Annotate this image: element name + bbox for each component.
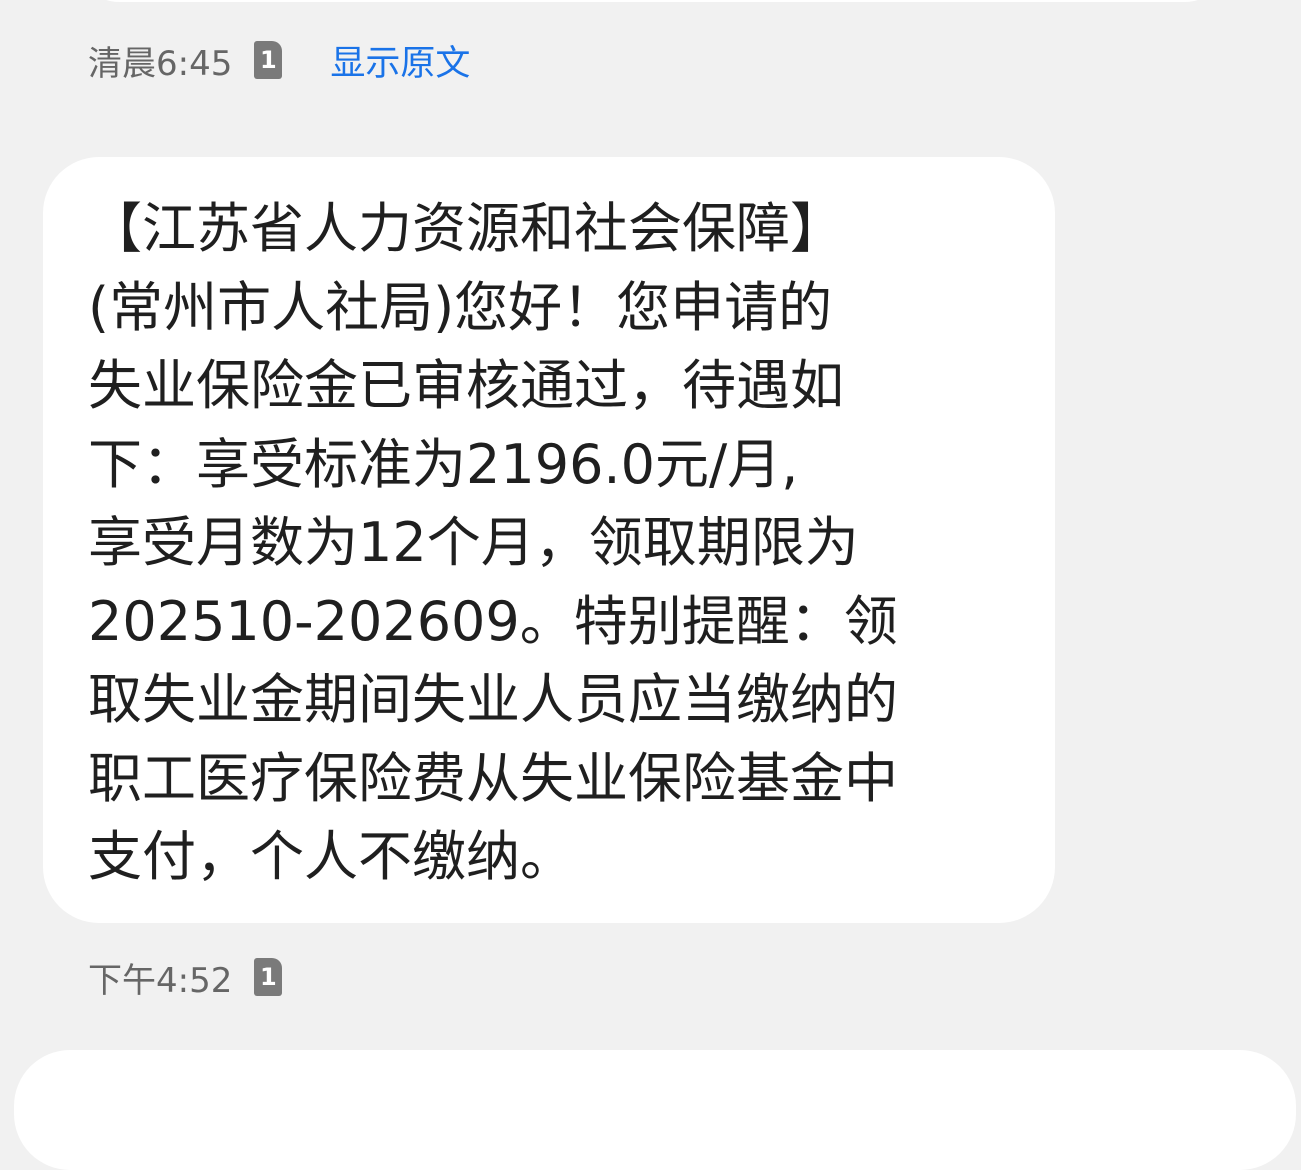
message-meta: 下午4:52 1 xyxy=(88,955,283,1001)
next-message-bubble[interactable] xyxy=(14,1050,1296,1170)
message-line: 职工医疗保险费从失业保险基金中 xyxy=(88,746,898,810)
message-line: 下：享受标准为2196.0元/月, xyxy=(88,432,799,496)
sim-card-icon: 1 xyxy=(254,958,283,996)
message-time: 下午4:52 xyxy=(88,960,233,1001)
message-line: 【江苏省人力资源和社会保障】 xyxy=(88,197,844,260)
message-line: 支付，个人不缴纳。 xyxy=(88,825,574,888)
message-line: 202510-202609。特别提醒：领 xyxy=(88,589,898,653)
message-line: 取失业金期间失业人员应当缴纳的 xyxy=(88,668,898,731)
previous-message-bubble[interactable] xyxy=(72,0,1232,2)
message-time: 清晨6:45 xyxy=(88,43,233,84)
message-line: (常州市人社局)您好！您申请的 xyxy=(88,275,833,339)
sim-number: 1 xyxy=(260,963,277,991)
sim-card-icon: 1 xyxy=(254,41,283,79)
message-line: 失业保险金已审核通过，待遇如 xyxy=(88,354,844,417)
message-text: 【江苏省人力资源和社会保障】 (常州市人社局)您好！您申请的 失业保险金已审核通… xyxy=(88,190,1018,897)
message-line: 享受月数为12个月，领取期限为 xyxy=(88,511,859,574)
show-original-button[interactable]: 显示原文 xyxy=(330,35,470,86)
previous-message-meta: 清晨6:45 1 显示原文 xyxy=(88,38,470,84)
sim-number: 1 xyxy=(260,46,277,74)
